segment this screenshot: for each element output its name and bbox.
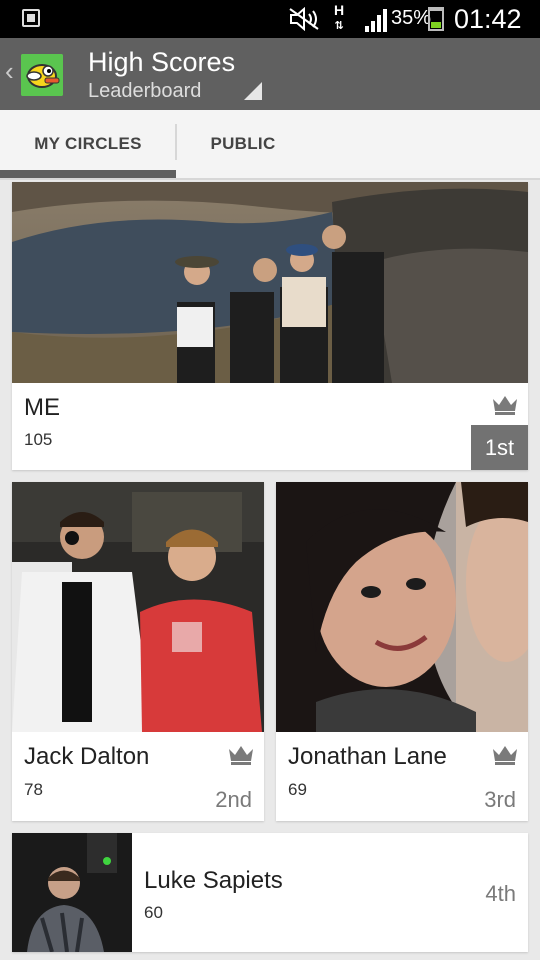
player-rank: 4th [485,881,516,906]
leaderboard-card-fourth[interactable]: Luke Sapiets 60 4th [12,833,528,952]
crown-icon [493,746,517,765]
tab-selected-indicator [0,170,176,178]
player-name: Jonathan Lane [288,743,447,770]
player-rank: 2nd [215,787,252,812]
page-subtitle[interactable]: Leaderboard [88,80,201,103]
leaderboard-card-third[interactable]: Jonathan Lane 69 3rd [276,482,528,821]
crown-icon [493,396,517,415]
rank-badge: 1st [471,425,528,470]
flappy-bird-icon[interactable] [21,54,63,96]
tab-bar: MY CIRCLES PUBLIC [0,110,540,180]
action-bar: ‹ High Scores Leaderboard [0,38,540,110]
crown-icon [229,746,253,765]
player-score: 78 [24,780,43,799]
page-title: High Scores [88,47,236,77]
tab-my-circles[interactable]: MY CIRCLES [0,110,176,178]
player-photo [276,482,528,732]
battery-percent: 35% [391,7,432,29]
battery-icon [428,7,444,31]
player-score: 60 [144,903,163,922]
chevron-left-icon[interactable]: ‹ [5,56,14,87]
leaderboard-card-first[interactable]: ME 105 1st [12,182,528,470]
player-name: ME [24,394,60,421]
signal-icon [365,9,387,32]
tab-public[interactable]: PUBLIC [176,110,310,178]
status-bar: H ⇅ 35% 01:42 [0,0,540,38]
player-photo [12,833,132,952]
player-photo [12,182,528,383]
clock: 01:42 [454,4,522,34]
player-name: Jack Dalton [24,743,150,770]
mute-icon [289,7,319,31]
network-type-icon: H ⇅ [333,2,345,32]
leaderboard-card-second[interactable]: Jack Dalton 78 2nd [12,482,264,821]
player-photo [12,482,264,732]
player-rank: 3rd [484,787,516,812]
app-notification-icon [22,9,40,27]
player-score: 105 [24,430,53,449]
player-score: 69 [288,780,307,799]
player-name: Luke Sapiets [144,867,283,894]
dropdown-triangle-icon[interactable] [244,82,262,100]
